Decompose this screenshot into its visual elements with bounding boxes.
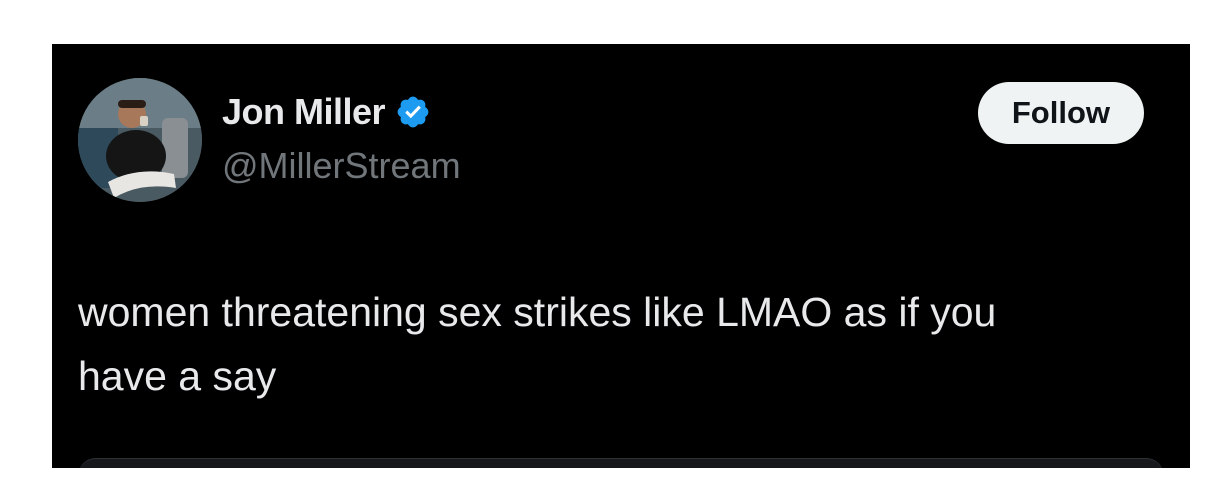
avatar[interactable]	[78, 78, 202, 202]
media-preview-edge	[78, 458, 1164, 468]
tweet-card: Jon Miller @MillerStream Follow women th…	[52, 44, 1190, 468]
tweet-text: women threatening sex strikes like LMAO …	[78, 289, 997, 399]
author-name-row: Jon Miller	[222, 92, 431, 132]
verified-badge-icon	[395, 94, 431, 130]
follow-button[interactable]: Follow	[977, 82, 1144, 144]
author-handle[interactable]: @MillerStream	[222, 144, 461, 188]
avatar-photo	[78, 78, 202, 202]
author-display-name[interactable]: Jon Miller	[222, 92, 386, 132]
